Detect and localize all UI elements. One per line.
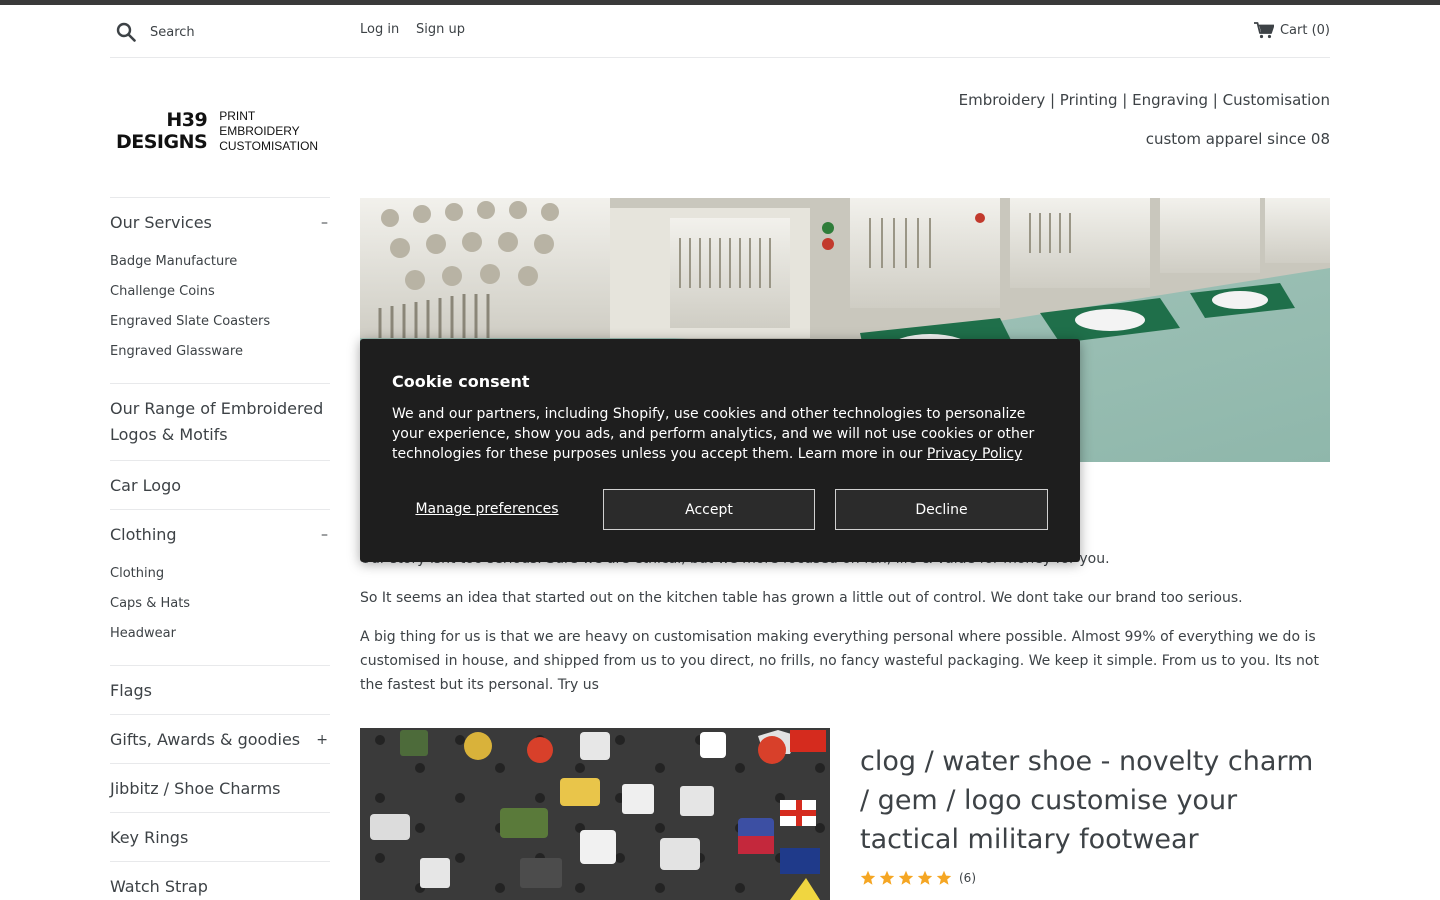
tagline-since: custom apparel since 08: [1145, 130, 1330, 148]
sidebar-item-flags[interactable]: Flags: [110, 666, 330, 714]
search-icon[interactable]: [116, 22, 136, 42]
sidebar-item-label: Key Rings: [110, 828, 189, 847]
sidebar-item-key-rings[interactable]: Key Rings: [110, 813, 330, 861]
logo-subtext: PRINT EMBROIDERY CUSTOMISATION: [219, 108, 319, 153]
star-icon: [936, 870, 952, 885]
sidebar-item-embroidered-logos[interactable]: Our Range of Embroidered Logos & Motifs: [110, 384, 330, 460]
sidebar-item-car-logo[interactable]: Car Logo: [110, 461, 330, 509]
logo-wordmark: H39 DESIGNS: [116, 109, 208, 153]
sidebar-subitem-caps-hats[interactable]: Caps & Hats: [110, 589, 330, 619]
sidebar-item-label: Clothing: [110, 525, 177, 544]
site-header: Log in Sign up Cart (0): [110, 5, 1330, 58]
sidebar-item-clothing[interactable]: Clothing –: [110, 510, 330, 558]
sidebar-item-jibbitz[interactable]: Jibbitz / Shoe Charms: [110, 764, 330, 812]
expand-icon[interactable]: +: [316, 732, 330, 748]
product-title[interactable]: clog / water shoe - novelty charm / gem …: [860, 742, 1330, 859]
sidebar-section-gifts: Gifts, Awards & goodies +: [110, 714, 330, 763]
sidebar-item-watch-strap[interactable]: Watch Strap: [110, 862, 330, 900]
sidebar-section-clothing: Clothing – Clothing Caps & Hats Headwear: [110, 509, 330, 665]
collapse-icon[interactable]: –: [321, 215, 330, 231]
cart-link[interactable]: Cart (0): [1253, 22, 1330, 39]
decline-button[interactable]: Decline: [835, 489, 1048, 530]
product-rating[interactable]: (6): [860, 870, 976, 886]
sidebar-subitem-engraved-slate-coasters[interactable]: Engraved Slate Coasters: [110, 307, 330, 337]
login-link[interactable]: Log in: [360, 22, 399, 37]
sidebar-subitem-badge-manufacture[interactable]: Badge Manufacture: [110, 247, 330, 277]
manage-preferences-button[interactable]: Manage preferences: [392, 489, 582, 529]
sidebar-section-jibbitz: Jibbitz / Shoe Charms: [110, 763, 330, 812]
sidebar-subitem-clothing[interactable]: Clothing: [110, 559, 330, 589]
signup-link[interactable]: Sign up: [416, 22, 465, 37]
star-icon: [898, 870, 914, 885]
sidebar-subitem-headwear[interactable]: Headwear: [110, 619, 330, 649]
sidebar-section-our-services: Our Services – Badge Manufacture Challen…: [110, 197, 330, 383]
sidebar-submenu: Clothing Caps & Hats Headwear: [110, 558, 330, 665]
cart-label: Cart (0): [1279, 23, 1330, 38]
sidebar-item-label: Flags: [110, 681, 152, 700]
brand-logo[interactable]: H39 DESIGNS PRINT EMBROIDERY CUSTOMISATI…: [116, 106, 319, 156]
about-paragraph-3: A big thing for us is that we are heavy …: [360, 629, 1319, 693]
cookie-consent-dialog: Cookie consent We and our partners, incl…: [360, 339, 1080, 562]
cart-icon: [1253, 22, 1274, 39]
sidebar-subitem-engraved-glassware[interactable]: Engraved Glassware: [110, 337, 330, 367]
product-image[interactable]: [360, 728, 830, 900]
sidebar-item-label: Watch Strap: [110, 877, 208, 896]
privacy-policy-link[interactable]: Privacy Policy: [927, 446, 1022, 462]
about-paragraph-2: So It seems an idea that started out on …: [360, 590, 1243, 606]
accept-button[interactable]: Accept: [603, 489, 815, 530]
star-icon: [917, 870, 933, 885]
sidebar-nav: Our Services – Badge Manufacture Challen…: [110, 197, 330, 900]
search-input[interactable]: [150, 19, 350, 45]
sidebar-item-label: Car Logo: [110, 476, 182, 495]
collapse-icon[interactable]: –: [321, 527, 330, 543]
tagline-services: Embroidery | Printing | Engraving | Cust…: [958, 91, 1330, 109]
sidebar-subitem-challenge-coins[interactable]: Challenge Coins: [110, 277, 330, 307]
sidebar-item-label: Gifts, Awards & goodies: [110, 730, 301, 749]
review-count: (6): [959, 871, 976, 885]
cookie-title: Cookie consent: [392, 372, 530, 391]
sidebar-item-our-services[interactable]: Our Services –: [110, 198, 330, 246]
sidebar-submenu: Badge Manufacture Challenge Coins Engrav…: [110, 246, 330, 383]
sidebar-item-label: Jibbitz / Shoe Charms: [110, 779, 281, 798]
sidebar-item-label: Our Range of Embroidered Logos & Motifs: [110, 399, 324, 444]
sidebar-section-car-logo: Car Logo: [110, 460, 330, 509]
sidebar-section-flags: Flags: [110, 665, 330, 714]
star-icon: [879, 870, 895, 885]
sidebar-item-label: Our Services: [110, 213, 212, 232]
star-icon: [860, 870, 876, 885]
sidebar-item-gifts[interactable]: Gifts, Awards & goodies +: [110, 715, 330, 763]
sidebar-section-key-rings: Key Rings: [110, 812, 330, 861]
cookie-description: We and our partners, including Shopify, …: [392, 406, 1035, 462]
sidebar-section-watch-strap: Watch Strap: [110, 861, 330, 900]
sidebar-section-embroidered-logos: Our Range of Embroidered Logos & Motifs: [110, 383, 330, 460]
